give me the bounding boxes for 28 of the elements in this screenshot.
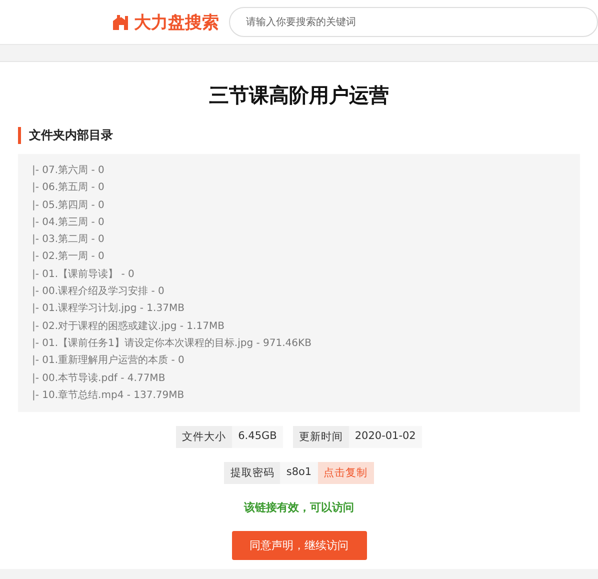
file-entry: |- 00.课程介绍及学习安排 - 0 (32, 284, 166, 300)
password-label: 提取密码 (224, 462, 280, 484)
file-entry: |- 06.第五周 - 0 (32, 181, 106, 196)
logo-text: 大力盘搜索 (134, 12, 219, 34)
file-entry: |- 01.重新理解用户运营的本质 - 0 (32, 354, 186, 368)
file-entry: |- 03.第二周 - 0 (32, 233, 106, 248)
site-logo[interactable]: 大力盘搜索 (112, 10, 219, 34)
copy-button[interactable]: 点击复制 (318, 462, 374, 484)
file-entry: |- 02.对于课程的困惑或建议.jpg - 1.17MB (32, 320, 226, 334)
link-status: 该链接有效，可以访问 (244, 500, 354, 515)
file-entry: |- 07.第六周 - 0 (32, 164, 106, 178)
file-entry: |- 01.课程学习计划.jpg - 1.37MB (32, 302, 186, 316)
page-title: 三节课高阶用户运营 (209, 82, 389, 109)
file-entry: |- 05.第四周 - 0 (32, 198, 106, 213)
info-label: 文件大小 (176, 426, 232, 448)
password-value: s8o1 (280, 462, 318, 484)
file-entry: |- 01.【课前导读】 - 0 (32, 268, 136, 282)
info-label: 更新时间 (292, 426, 349, 448)
search-field[interactable]: 请输入你要搜索的关键词 (229, 7, 598, 37)
info-value: 6.45GB (232, 426, 283, 448)
file-entry: |- 01.【课前任务1】请设定你本次课程的目标.jpg - 971.46KB (32, 336, 312, 351)
file-entry: |- 04.第三周 - 0 (32, 216, 106, 230)
continue-button[interactable]: 同意声明，继续访问 (232, 531, 366, 560)
file-entry: |- 02.第一周 - 0 (32, 250, 106, 264)
info-value: 2020-01-02 (348, 426, 422, 448)
file-entry: |- 00.本节导读.pdf - 4.77MB (32, 372, 166, 386)
file-entry: |- 10.章节总结.mp4 - 137.79MB (32, 388, 186, 403)
section-heading: 文件夹内部目录 (18, 127, 580, 144)
